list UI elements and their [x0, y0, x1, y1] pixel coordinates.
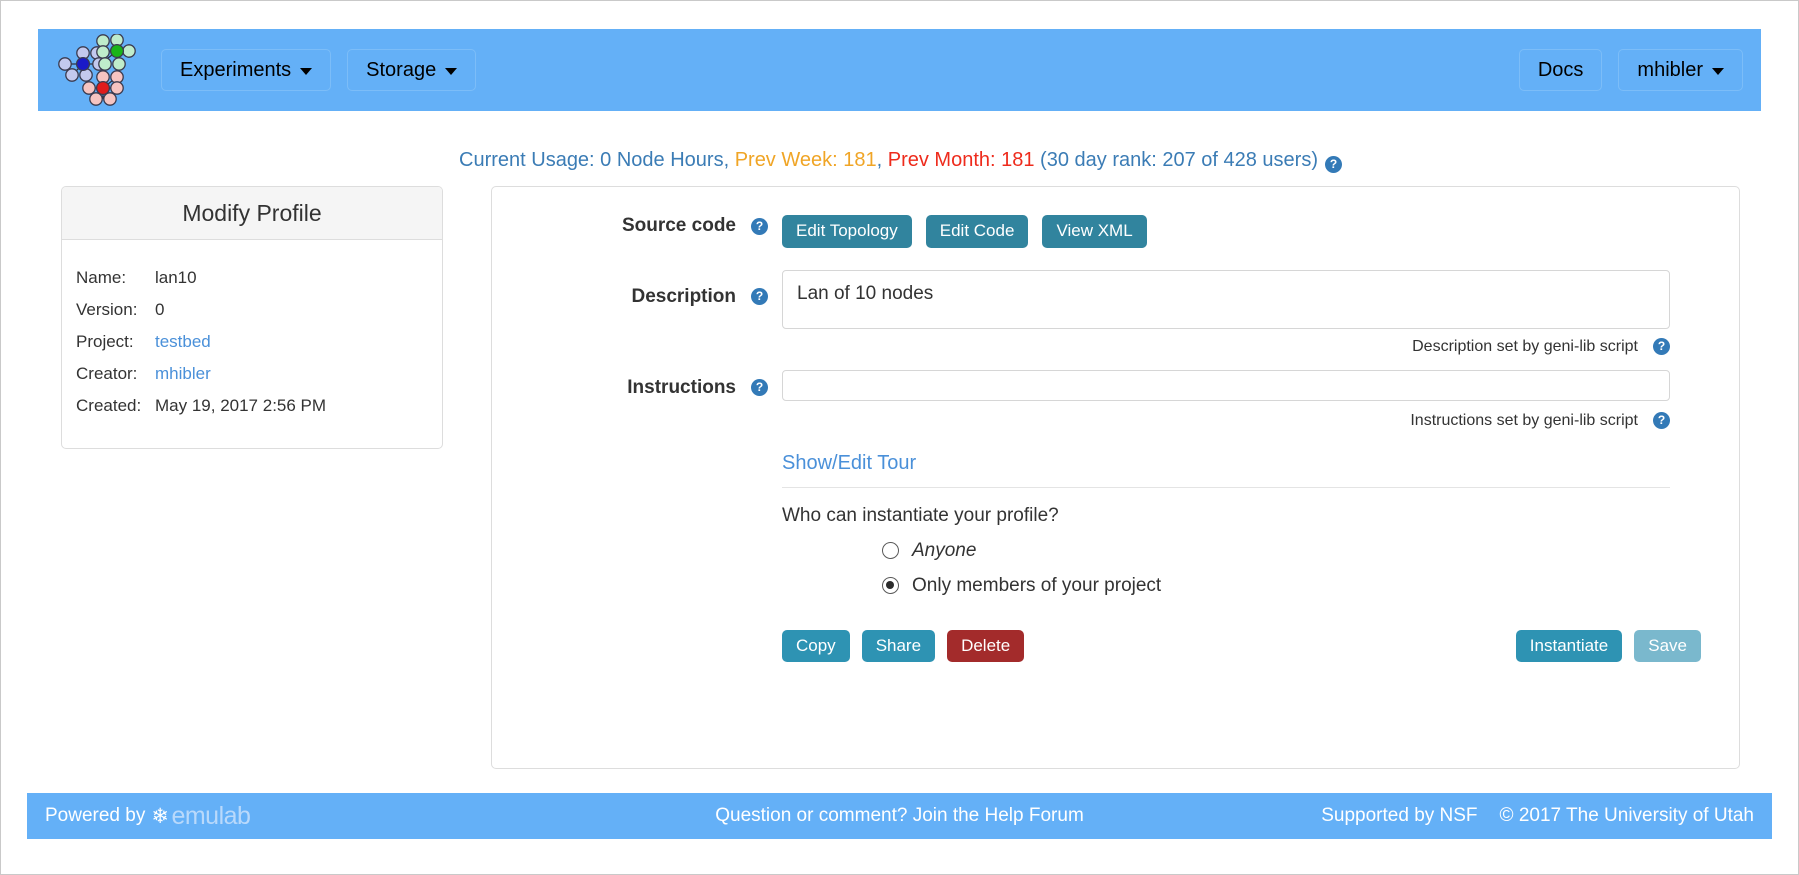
tour-section: Show/Edit Tour — [782, 452, 1670, 488]
footer-right-group: Supported by NSF © 2017 The University o… — [1321, 805, 1754, 827]
profile-row-version: Version: 0 — [62, 294, 442, 326]
radio-anyone-input[interactable] — [882, 542, 899, 560]
profile-creator-label: Creator: — [76, 364, 138, 383]
left-action-buttons: Copy Share Delete — [782, 629, 1025, 663]
view-xml-button[interactable]: View XML — [1042, 215, 1147, 248]
nav-storage-dropdown[interactable]: Storage — [347, 49, 477, 91]
radio-anyone-label: Anyone — [912, 539, 977, 561]
permission-question: Who can instantiate your profile? — [782, 504, 1059, 526]
usage-separator: , — [876, 149, 888, 171]
copy-button[interactable]: Copy — [782, 629, 850, 663]
nav-experiments-label: Experiments — [180, 58, 292, 81]
footer-copyright: © 2017 The University of Utah — [1499, 805, 1754, 826]
usage-current: Current Usage: 0 Node Hours, — [459, 149, 735, 171]
delete-button[interactable]: Delete — [947, 629, 1025, 663]
permission-section: Who can instantiate your profile? Anyone… — [782, 505, 1739, 597]
source-code-help-icon[interactable]: ? — [751, 217, 768, 235]
profile-name-label: Name: — [76, 268, 127, 287]
footer-nsf-label: Supported by NSF — [1321, 805, 1478, 826]
usage-prev-month: Prev Month: 181 — [887, 149, 1035, 171]
description-input[interactable]: Lan of 10 nodes — [782, 269, 1670, 329]
navbar-right-group: Docs mhibler — [1518, 49, 1743, 91]
profile-created-value: May 19, 2017 2:56 PM — [155, 396, 327, 415]
usage-prev-week: Prev Week: 181 — [734, 149, 877, 171]
instructions-note-help-icon[interactable]: ? — [1653, 412, 1670, 430]
source-code-label-group: Source code ? — [492, 215, 782, 237]
chevron-down-icon — [1712, 68, 1724, 75]
profile-project-label: Project: — [76, 332, 134, 351]
page-footer: Powered by ❄ emulab Question or comment? … — [27, 793, 1772, 839]
instructions-field-group: Instructions set by geni-lib script ? — [782, 369, 1670, 430]
profile-form-panel: Source code ? Edit Topology Edit Code Vi… — [491, 186, 1740, 769]
description-field-group: Lan of 10 nodes Description set by geni-… — [782, 269, 1670, 356]
radio-option-anyone[interactable]: Anyone — [882, 540, 1739, 562]
profile-row-project: Project: testbed — [62, 326, 442, 358]
description-note-help-icon[interactable]: ? — [1653, 338, 1670, 356]
nav-docs-button[interactable]: Docs — [1518, 49, 1603, 91]
panel-title: Modify Profile — [62, 187, 442, 240]
nav-storage-label: Storage — [366, 58, 437, 81]
profile-info-list: Name: lan10 Version: 0 Project: testbed … — [62, 240, 442, 448]
description-label: Description — [631, 285, 736, 307]
description-note: Description set by geni-lib script — [1412, 337, 1638, 355]
radio-members-label: Only members of your project — [912, 574, 1162, 596]
instructions-input[interactable] — [782, 369, 1670, 401]
profile-name-value: lan10 — [155, 268, 197, 287]
emulab-logo[interactable] — [55, 33, 137, 106]
profile-row-name: Name: lan10 — [62, 262, 442, 294]
node-graph-icon — [58, 33, 136, 106]
source-code-buttons: Edit Topology Edit Code View XML — [782, 215, 1147, 248]
instructions-row: Instructions ? Instructions set by geni-… — [492, 369, 1739, 430]
usage-summary: Current Usage: 0 Node Hours, Prev Week: … — [1, 149, 1799, 173]
nav-docs-label: Docs — [1537, 58, 1584, 81]
profile-project-link[interactable]: testbed — [155, 332, 211, 352]
modify-profile-panel: Modify Profile Name: lan10 Version: 0 Pr… — [61, 186, 443, 449]
top-navbar: Experiments Storage Docs mhibler — [38, 29, 1761, 111]
description-row: Description ? Lan of 10 nodes Descriptio… — [492, 269, 1739, 356]
instructions-note: Instructions set by geni-lib script — [1410, 411, 1638, 429]
instantiate-button[interactable]: Instantiate — [1515, 629, 1623, 663]
source-code-row: Source code ? Edit Topology Edit Code Vi… — [492, 215, 1739, 248]
profile-created-label: Created: — [76, 396, 142, 415]
source-code-label: Source code — [621, 215, 736, 236]
description-help-icon[interactable]: ? — [751, 288, 768, 306]
tour-divider — [782, 486, 1670, 488]
save-button[interactable]: Save — [1634, 629, 1701, 663]
description-note-group: Description set by geni-lib script ? — [782, 338, 1670, 356]
profile-creator-link[interactable]: mhibler — [155, 364, 211, 384]
share-button[interactable]: Share — [861, 629, 936, 663]
usage-help-icon[interactable]: ? — [1325, 156, 1342, 173]
edit-topology-button[interactable]: Edit Topology — [782, 215, 912, 248]
chevron-down-icon — [300, 68, 313, 75]
show-edit-tour-link[interactable]: Show/Edit Tour — [782, 452, 1670, 475]
chevron-down-icon — [445, 68, 458, 75]
instructions-label: Instructions — [627, 376, 736, 398]
nav-experiments-dropdown[interactable]: Experiments — [161, 49, 332, 91]
profile-version-label: Version: — [76, 300, 138, 319]
nav-user-dropdown[interactable]: mhibler — [1618, 49, 1743, 91]
instructions-note-group: Instructions set by geni-lib script ? — [782, 412, 1670, 430]
page-root: Experiments Storage Docs mhibler Current… — [0, 0, 1799, 875]
profile-row-created: Created: May 19, 2017 2:56 PM — [62, 390, 442, 422]
profile-version-value: 0 — [155, 300, 165, 319]
instructions-help-icon[interactable]: ? — [751, 379, 768, 397]
instructions-label-group: Instructions ? — [492, 370, 782, 399]
usage-rank: (30 day rank: 207 of 428 users) — [1034, 149, 1318, 171]
radio-members-input[interactable] — [882, 577, 899, 595]
description-label-group: Description ? — [492, 270, 782, 308]
action-button-bar: Copy Share Delete Instantiate Save — [492, 629, 1739, 663]
nav-user-label: mhibler — [1637, 58, 1703, 81]
profile-row-creator: Creator: mhibler — [62, 358, 442, 390]
radio-option-members[interactable]: Only members of your project — [882, 575, 1739, 597]
right-action-buttons: Instantiate Save — [1515, 629, 1701, 663]
edit-code-button[interactable]: Edit Code — [925, 215, 1029, 248]
